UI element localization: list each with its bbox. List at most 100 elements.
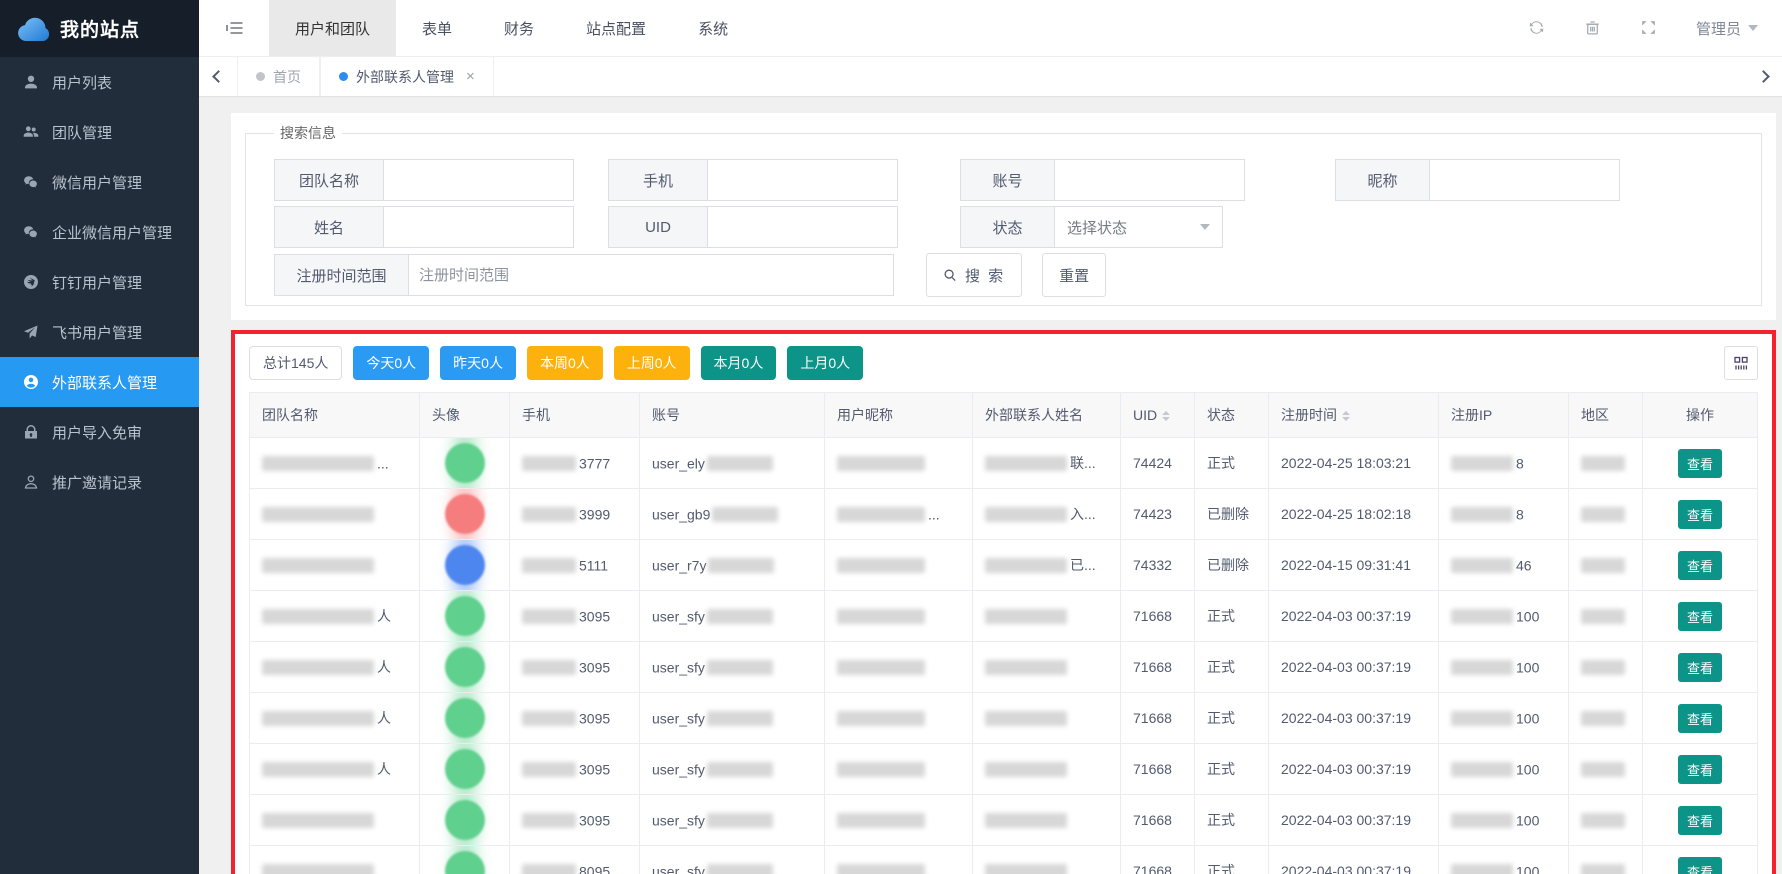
- stat-this-month[interactable]: 本月0人: [701, 346, 777, 380]
- team-name-input[interactable]: [384, 159, 574, 201]
- nickname-field-group: 昵称: [1335, 159, 1620, 201]
- region-cell: [1569, 795, 1643, 846]
- redacted-text: [985, 864, 1067, 874]
- redacted-text: [1581, 609, 1625, 624]
- sidebar-item-label: 用户导入免审: [52, 422, 142, 443]
- nav-finance[interactable]: 财务: [478, 0, 560, 56]
- nickname-input[interactable]: [1430, 159, 1620, 201]
- col-team-name: 团队名称: [250, 393, 420, 438]
- time-range-input[interactable]: [409, 254, 894, 296]
- chevron-down-icon: [1748, 25, 1758, 31]
- uid-cell: 71668: [1121, 795, 1195, 846]
- search-button[interactable]: 搜 索: [926, 253, 1022, 297]
- team-name-cell: ...: [250, 438, 420, 489]
- region-cell: [1569, 642, 1643, 693]
- trash-icon[interactable]: [1584, 19, 1602, 37]
- view-button[interactable]: 查看: [1678, 755, 1722, 784]
- tabs-scroll-right-icon[interactable]: [1744, 57, 1782, 96]
- view-button[interactable]: 查看: [1678, 653, 1722, 682]
- nickname-cell: [825, 438, 973, 489]
- table-body: ... 3777 user_ely 联... 74424 正式 2022-04-…: [250, 438, 1758, 874]
- admin-label: 管理员: [1696, 18, 1741, 39]
- col-phone: 手机: [510, 393, 640, 438]
- redacted-text: [262, 609, 374, 624]
- nickname-cell: [825, 540, 973, 591]
- col-uid[interactable]: UID: [1121, 393, 1195, 438]
- stat-last-week[interactable]: 上周0人: [614, 346, 690, 380]
- time-range-label: 注册时间范围: [274, 254, 409, 296]
- tab-home[interactable]: 首页: [237, 57, 320, 96]
- col-contact-name: 外部联系人姓名: [973, 393, 1121, 438]
- reset-button[interactable]: 重置: [1042, 253, 1106, 297]
- region-cell: [1569, 846, 1643, 874]
- view-button[interactable]: 查看: [1678, 806, 1722, 835]
- sidebar-item-team-management[interactable]: 团队管理: [0, 107, 199, 157]
- admin-menu[interactable]: 管理员: [1696, 18, 1758, 39]
- action-cell: 查看: [1643, 438, 1758, 489]
- phone-input[interactable]: [708, 159, 898, 201]
- table-row: 5111 user_r7y 已... 74332 已删除 2022-04-15 …: [250, 540, 1758, 591]
- reg-ip-cell: 100: [1439, 744, 1569, 795]
- col-reg-ip: 注册IP: [1439, 393, 1569, 438]
- redacted-text: [985, 558, 1067, 573]
- column-settings-button[interactable]: [1724, 346, 1758, 380]
- grid-columns-icon: [1733, 355, 1749, 371]
- stat-last-month[interactable]: 上月0人: [787, 346, 863, 380]
- table-row: ... 3777 user_ely 联... 74424 正式 2022-04-…: [250, 438, 1758, 489]
- contact-name-cell: [973, 846, 1121, 874]
- account-input[interactable]: [1055, 159, 1245, 201]
- nav-forms[interactable]: 表单: [396, 0, 478, 56]
- sidebar-item-wechat-users[interactable]: 微信用户管理: [0, 157, 199, 207]
- sidebar-item-dingtalk-users[interactable]: 钉钉用户管理: [0, 257, 199, 307]
- reg-ip-cell: 8: [1439, 438, 1569, 489]
- tabs-scroll-left-icon[interactable]: [199, 57, 237, 96]
- nav-system[interactable]: 系统: [672, 0, 754, 56]
- sidebar-item-user-list[interactable]: 用户列表: [0, 57, 199, 107]
- site-logo[interactable]: 我的站点: [0, 0, 199, 57]
- sort-icon[interactable]: [1342, 411, 1350, 421]
- team-name-cell: [250, 846, 420, 874]
- nav-users-teams[interactable]: 用户和团队: [269, 0, 396, 56]
- sort-icon[interactable]: [1162, 411, 1170, 421]
- name-input[interactable]: [384, 206, 574, 248]
- stat-today[interactable]: 今天0人: [353, 346, 429, 380]
- action-cell: 查看: [1643, 744, 1758, 795]
- sidebar-item-user-import[interactable]: 用户导入免审: [0, 407, 199, 457]
- redacted-text: [707, 813, 773, 828]
- view-button[interactable]: 查看: [1678, 449, 1722, 478]
- redacted-text: [1581, 558, 1625, 573]
- nav-site-config[interactable]: 站点配置: [560, 0, 672, 56]
- view-button[interactable]: 查看: [1678, 500, 1722, 529]
- fullscreen-icon[interactable]: [1640, 19, 1658, 37]
- contact-name-cell: [973, 693, 1121, 744]
- contact-name-cell: [973, 591, 1121, 642]
- view-button[interactable]: 查看: [1678, 857, 1722, 874]
- view-button[interactable]: 查看: [1678, 704, 1722, 733]
- contact-name-cell: 已...: [973, 540, 1121, 591]
- sidebar-item-wework-users[interactable]: 企业微信用户管理: [0, 207, 199, 257]
- stat-yesterday[interactable]: 昨天0人: [440, 346, 516, 380]
- tab-external-contacts[interactable]: 外部联系人管理 ×: [320, 57, 494, 96]
- sidebar-item-external-contacts[interactable]: 外部联系人管理: [0, 357, 199, 407]
- status-select[interactable]: 选择状态: [1055, 206, 1223, 248]
- col-reg-time[interactable]: 注册时间: [1269, 393, 1439, 438]
- reg-time-cell: 2022-04-03 00:37:19: [1269, 642, 1439, 693]
- stat-this-week[interactable]: 本周0人: [527, 346, 603, 380]
- redacted-text: [837, 456, 925, 471]
- collapse-menu-icon[interactable]: [199, 0, 269, 56]
- close-tab-icon[interactable]: ×: [466, 68, 475, 85]
- view-button[interactable]: 查看: [1678, 551, 1722, 580]
- uid-input[interactable]: [708, 206, 898, 248]
- account-cell: user_sfy: [640, 846, 825, 874]
- team-name-cell: 人: [250, 744, 420, 795]
- sidebar-item-feishu-users[interactable]: 飞书用户管理: [0, 307, 199, 357]
- phone-cell: 3095: [510, 642, 640, 693]
- paper-plane-icon: [22, 323, 40, 341]
- view-button[interactable]: 查看: [1678, 602, 1722, 631]
- refresh-icon[interactable]: [1528, 19, 1546, 37]
- sidebar-item-invite-records[interactable]: 推广邀请记录: [0, 457, 199, 507]
- dingtalk-icon: [22, 273, 40, 291]
- account-cell: user_sfy: [640, 693, 825, 744]
- stat-total[interactable]: 总计145人: [249, 346, 342, 380]
- phone-cell: 5111: [510, 540, 640, 591]
